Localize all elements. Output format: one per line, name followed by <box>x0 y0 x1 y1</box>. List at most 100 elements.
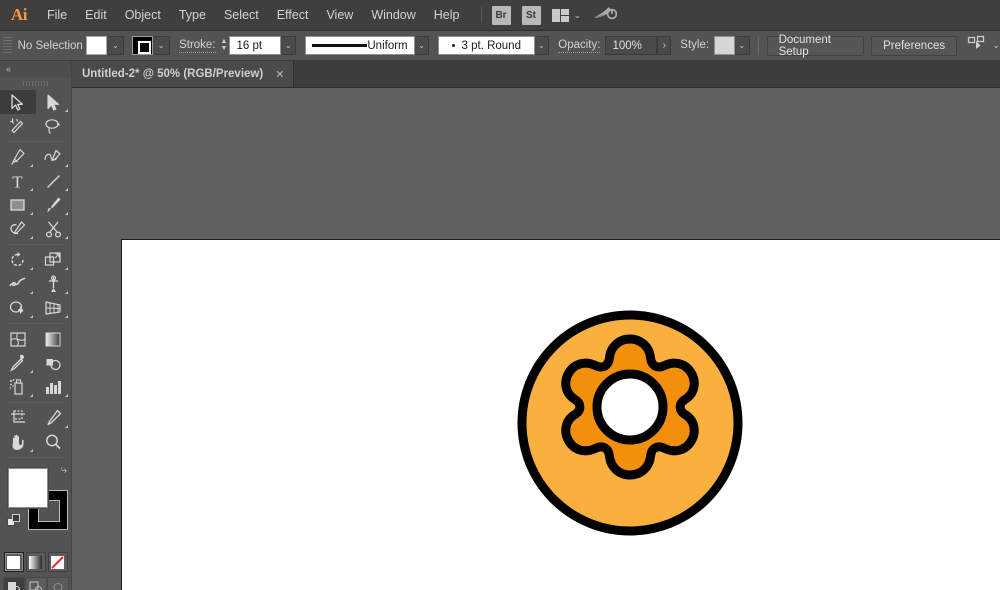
menu-edit[interactable]: Edit <box>76 0 116 31</box>
flyout-indicator-icon <box>29 449 33 452</box>
tool-group-transform <box>0 248 71 320</box>
stepper-down-icon[interactable]: ▼ <box>221 45 228 52</box>
lasso-tool[interactable] <box>36 114 72 138</box>
slice-tool[interactable] <box>36 406 72 430</box>
align-objects-icon[interactable] <box>967 35 987 56</box>
flyout-indicator-icon <box>29 370 33 373</box>
perspective-grid-tool[interactable] <box>36 296 72 320</box>
menu-type[interactable]: Type <box>170 0 215 31</box>
fill-stroke-controls: ⤷ <box>0 462 71 548</box>
stroke-weight-chevron-down-icon[interactable]: ⌄ <box>281 36 297 55</box>
brush-chevron-down-icon[interactable]: ⌄ <box>534 36 550 55</box>
chevron-down-icon: ⌄ <box>573 9 582 20</box>
curvature-tool[interactable] <box>36 145 72 169</box>
pen-tool[interactable] <box>0 145 36 169</box>
close-icon[interactable]: ✕ <box>273 68 286 81</box>
fill-color-control[interactable]: ⌄ <box>86 36 125 55</box>
preferences-button[interactable]: Preferences <box>871 35 958 56</box>
gradient-mode[interactable] <box>25 552 46 572</box>
canvas-area[interactable] <box>72 88 1000 590</box>
width-tool[interactable] <box>0 272 36 296</box>
blend-tool[interactable] <box>36 351 72 375</box>
selection-tool[interactable] <box>0 90 36 114</box>
opacity-input[interactable]: 100% <box>605 36 658 55</box>
shaper-tool[interactable] <box>0 217 36 241</box>
document-tab[interactable]: Untitled-2* @ 50% (RGB/Preview) ✕ <box>72 61 295 87</box>
stroke-weight-input[interactable]: 16 pt <box>229 36 282 55</box>
menu-file[interactable]: File <box>38 0 76 31</box>
draw-inside-mode[interactable] <box>46 577 69 590</box>
shape-builder-tool[interactable] <box>0 296 36 320</box>
control-bar-grip[interactable] <box>3 36 12 55</box>
tool-group-navigation <box>0 406 71 454</box>
graphic-style-swatch[interactable] <box>714 36 735 55</box>
rectangle-tool[interactable] <box>0 193 36 217</box>
draw-behind-mode[interactable] <box>24 577 47 590</box>
color-mode[interactable] <box>3 552 24 572</box>
document-setup-button[interactable]: Document Setup <box>766 34 865 58</box>
stock-button[interactable]: St <box>521 5 541 25</box>
mesh-tool[interactable] <box>0 327 36 351</box>
opacity-label[interactable]: Opacity: <box>558 39 601 53</box>
default-fill-stroke-icon[interactable] <box>7 514 21 533</box>
free-transform-tool[interactable] <box>36 272 72 296</box>
app-logo: Ai <box>11 5 28 24</box>
eyedropper-tool[interactable] <box>0 351 36 375</box>
bridge-button[interactable]: Br <box>491 5 511 25</box>
fill-chevron-down-icon[interactable]: ⌄ <box>107 36 125 55</box>
tools-panel-grip[interactable] <box>0 77 71 90</box>
variable-width-chevron-down-icon[interactable]: ⌄ <box>414 36 430 55</box>
style-chevron-down-icon[interactable]: ⌄ <box>734 36 750 55</box>
align-chevron-down-icon[interactable]: ⌄ <box>992 40 1000 51</box>
menu-window[interactable]: Window <box>362 0 424 31</box>
artboard[interactable] <box>121 239 1000 590</box>
scissors-tool[interactable] <box>36 217 72 241</box>
scale-tool[interactable] <box>36 248 72 272</box>
flyout-indicator-icon <box>65 212 68 215</box>
svg-text:T: T <box>13 173 24 190</box>
opacity-more-options-button[interactable]: › <box>657 36 672 55</box>
fill-color-box[interactable] <box>8 468 48 508</box>
hand-tool[interactable] <box>0 430 36 454</box>
color-mode-buttons <box>0 552 71 572</box>
swap-fill-stroke-icon[interactable]: ⤷ <box>61 464 67 477</box>
direct-selection-tool[interactable] <box>36 90 72 114</box>
document-tab-title: Untitled-2* @ 50% (RGB/Preview) <box>82 68 264 80</box>
none-mode[interactable] <box>47 552 68 572</box>
flyout-indicator-icon <box>65 315 68 318</box>
line-segment-tool[interactable] <box>36 169 72 193</box>
menu-divider <box>480 7 482 23</box>
menu-select[interactable]: Select <box>215 0 268 31</box>
type-tool[interactable]: T <box>0 169 36 193</box>
arrange-documents-button[interactable]: ⌄ <box>551 8 582 22</box>
flyout-indicator-icon <box>65 394 68 397</box>
gradient-tool[interactable] <box>36 327 72 351</box>
paintbrush-tool[interactable] <box>36 193 72 217</box>
variable-width-profile-select[interactable]: Uniform <box>304 36 415 55</box>
menu-view[interactable]: View <box>317 0 362 31</box>
stroke-weight-label[interactable]: Stroke: <box>179 39 216 53</box>
fill-swatch[interactable] <box>86 36 108 55</box>
tools-divider <box>8 323 63 324</box>
artboard-tool[interactable] <box>0 406 36 430</box>
symbol-sprayer-tool[interactable] <box>0 375 36 399</box>
document-tab-bar: Untitled-2* @ 50% (RGB/Preview) ✕ <box>72 61 1000 88</box>
rotate-tool[interactable] <box>0 248 36 272</box>
brush-definition-select[interactable]: 3 pt. Round <box>437 36 535 55</box>
arrange-layout-icon <box>551 8 569 22</box>
magic-wand-tool[interactable] <box>0 114 36 138</box>
flyout-indicator-icon <box>29 267 33 270</box>
menu-object[interactable]: Object <box>116 0 170 31</box>
gear-donut-illustration[interactable] <box>510 303 750 548</box>
rocket-icon[interactable] <box>593 4 618 26</box>
stroke-chevron-down-icon[interactable]: ⌄ <box>153 36 171 55</box>
collapse-panel-button[interactable]: « <box>0 61 71 77</box>
column-graph-tool[interactable] <box>36 375 72 399</box>
stroke-weight-stepper[interactable]: ▲ ▼ <box>221 38 228 52</box>
menu-effect[interactable]: Effect <box>268 0 318 31</box>
stroke-swatch-icon[interactable] <box>132 36 154 55</box>
stroke-color-control[interactable]: ⌄ <box>132 36 171 55</box>
menu-help[interactable]: Help <box>425 0 469 31</box>
zoom-tool[interactable] <box>36 430 72 454</box>
draw-normal-mode[interactable] <box>2 577 25 590</box>
